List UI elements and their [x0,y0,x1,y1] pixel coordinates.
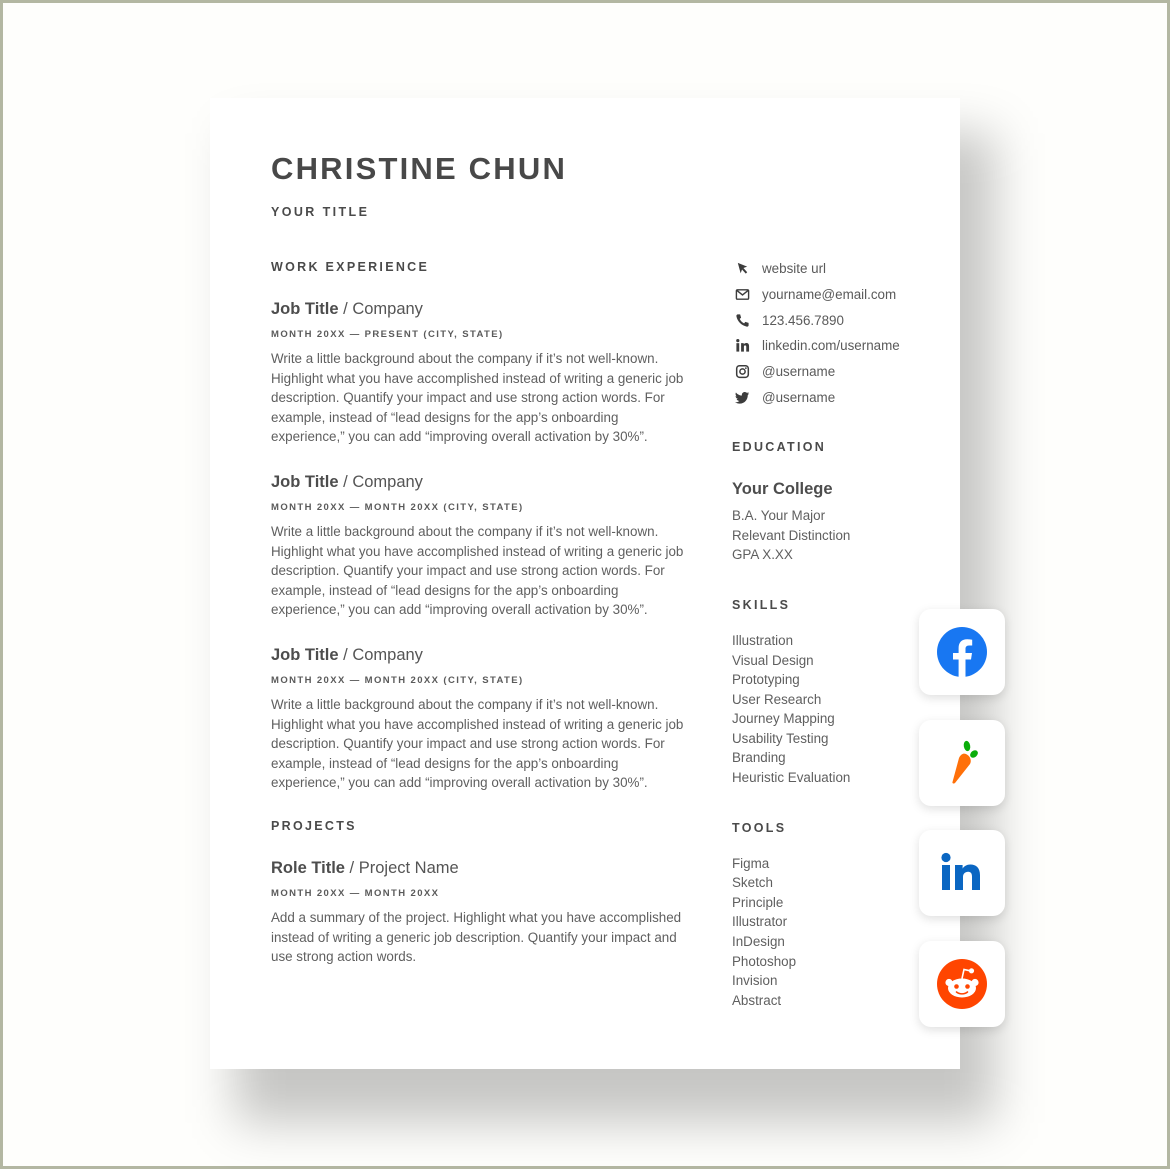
cursor-icon [732,261,752,277]
job-description: Write a little background about the comp… [271,351,684,445]
linkedin-logo-icon [941,852,980,890]
job-description: Write a little background about the comp… [271,696,684,791]
job-company: Company [352,645,423,664]
project-name: Project Name [358,858,459,877]
education-line: Relevant Distinction [732,527,851,543]
skill-item: Prototyping [732,672,800,688]
project-role: Role Title [271,858,345,877]
job-entry: Job Title / Company MONTH 20XX — MONTH 2… [271,473,691,620]
tools-list: Figma Sketch Principle Illustrator InDes… [732,854,932,1011]
social-badges [919,609,1005,1051]
contact-text: website url [762,261,827,277]
twitter-icon [732,389,752,405]
resume-title: YOUR TITLE [271,205,370,219]
skill-item: Journey Mapping [732,711,835,727]
project-dates: MONTH 20XX — MONTH 20XX [271,887,440,899]
linkedin-icon [732,338,752,354]
job-entry: Job Title / Company MONTH 20XX — MONTH 2… [271,646,691,793]
contact-text: linkedin.com/username [762,338,900,354]
skill-item: User Research [732,691,822,707]
job-title-line: Job Title / Company [271,473,691,492]
linkedin-badge[interactable] [919,830,1005,916]
tool-item: Illustrator [732,914,788,930]
skills-list: Illustration Visual Design Prototyping U… [732,631,932,788]
resume-page: CHRISTINE CHUN YOUR TITLE WORK EXPERIENC… [210,98,960,1069]
job-role: Job Title [271,300,339,318]
phone-icon [732,312,752,328]
tool-item: Figma [732,855,770,871]
contact-twitter: @username [732,384,932,410]
reddit-icon [937,958,987,1009]
contact-instagram: @username [732,359,932,385]
work-experience-heading: WORK EXPERIENCE [271,260,430,274]
job-company: Company [352,472,423,491]
tool-item: InDesign [732,934,785,950]
title-separator: / [338,645,353,664]
facebook-icon [937,627,987,677]
contact-list: website url yourname@email.com 123.456.7… [732,256,932,410]
contact-phone: 123.456.7890 [732,307,932,333]
tool-item: Photoshop [732,953,797,969]
job-description: Write a little background about the comp… [271,523,684,618]
instacart-badge[interactable] [919,719,1005,806]
contact-email: yourname@email.com [732,282,932,308]
education-details: B.A. Your Major Relevant Distinction GPA… [732,506,932,565]
skill-item: Usability Testing [732,730,829,746]
tool-item: Principle [732,894,784,910]
education-heading: EDUCATION [732,440,827,455]
facebook-badge[interactable] [919,609,1005,695]
skill-item: Visual Design [732,652,814,668]
job-company: Company [352,300,423,318]
education-line: GPA X.XX [732,547,793,563]
job-title-line: Job Title / Company [271,646,691,665]
title-separator: / [344,858,359,877]
education-line: B.A. Your Major [732,508,826,524]
tools-heading: TOOLS [732,820,787,835]
instacart-carrot-icon [952,740,978,784]
contact-text: 123.456.7890 [762,312,844,328]
contact-linkedin: linkedin.com/username [732,333,932,359]
contact-text: yourname@email.com [762,287,897,303]
skill-item: Branding [732,750,786,766]
resume-name: CHRISTINE CHUN [271,151,568,186]
project-entry: Role Title / Project Name MONTH 20XX — M… [271,859,691,967]
instagram-icon [732,364,752,380]
job-title-line: Job Title / Company [271,300,691,319]
left-column: WORK EXPERIENCE Job Title / Company MONT… [271,260,691,993]
skill-item: Heuristic Evaluation [732,770,851,786]
contact-text: @username [762,389,836,405]
tool-item: Sketch [732,875,773,891]
tool-item: Invision [732,973,778,989]
job-role: Job Title [271,472,339,491]
tool-item: Abstract [732,992,782,1008]
reddit-badge[interactable] [919,940,1005,1027]
skills-heading: SKILLS [732,597,791,612]
job-dates: MONTH 20XX — MONTH 20XX (CITY, STATE) [271,674,524,686]
job-entry: Job Title / Company MONTH 20XX — PRESENT… [271,300,691,447]
mail-icon [732,287,752,303]
project-description: Add a summary of the project. Highlight … [271,909,682,965]
skill-item: Illustration [732,632,794,648]
contact-website: website url [732,256,932,282]
title-separator: / [338,300,353,318]
education-school: Your College [732,480,833,499]
job-dates: MONTH 20XX — MONTH 20XX (CITY, STATE) [271,501,524,513]
project-title-line: Role Title / Project Name [271,859,691,878]
projects-heading: PROJECTS [271,818,357,833]
right-column: website url yourname@email.com 123.456.7… [732,256,932,1010]
title-separator: / [338,472,353,491]
contact-text: @username [762,364,836,380]
job-dates: MONTH 20XX — PRESENT (CITY, STATE) [271,329,504,340]
job-role: Job Title [271,645,339,664]
